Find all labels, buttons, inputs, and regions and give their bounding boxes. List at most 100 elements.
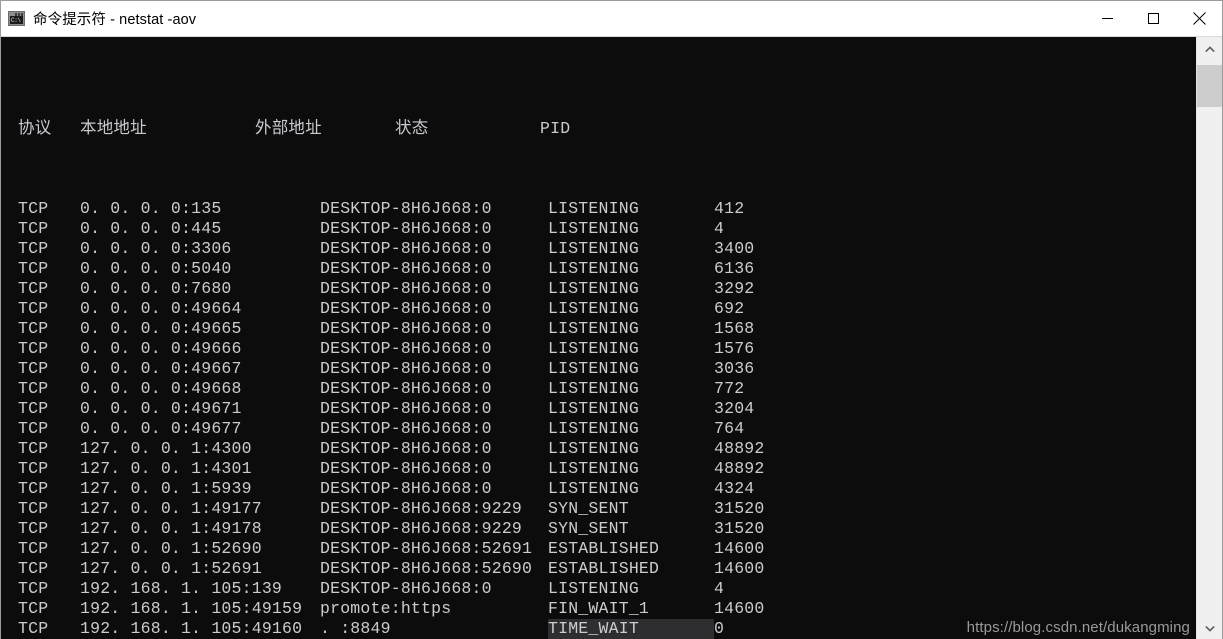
table-row: TCP 127. 0. 0. 1:5939 DESKTOP-8H6J668:0 LIS… [18, 479, 1196, 499]
table-row: TCP 0. 0. 0. 0:5040 DESKTOP-8H6J668:0 LISTE… [18, 259, 1196, 279]
minimize-button[interactable] [1084, 1, 1130, 37]
cell-pid: 14600 [714, 599, 765, 618]
table-row: TCP 127. 0. 0. 1:52691 DESKTOP-8H6J668:526… [18, 559, 1196, 579]
column-header-row: 协议 本地地址 外部地址 状态 PID [18, 119, 1196, 139]
cell-protocol: TCP [18, 399, 49, 418]
cell-protocol: TCP [18, 319, 49, 338]
cell-pid: 14600 [714, 559, 765, 578]
cell-local: 0. 0. 0. 0:49667 [80, 359, 242, 378]
cell-pid: 48892 [714, 439, 765, 458]
cell-protocol: TCP [18, 479, 49, 498]
cell-remote: DESKTOP-8H6J668:0 [320, 379, 492, 398]
cell-local: 127. 0. 0. 1:52691 [80, 559, 262, 578]
cell-remote: DESKTOP-8H6J668:0 [320, 579, 492, 598]
cell-state: LISTENING [548, 359, 639, 378]
cell-remote: promote:https [320, 599, 452, 618]
cell-state: LISTENING [548, 319, 639, 338]
cell-protocol: TCP [18, 239, 49, 258]
vertical-scrollbar[interactable] [1196, 37, 1222, 639]
cell-protocol: TCP [18, 579, 49, 598]
scroll-up-arrow-icon[interactable] [1197, 37, 1222, 61]
cell-pid: 6136 [714, 259, 755, 278]
cell-pid: 31520 [714, 499, 765, 518]
command-prompt-window: C:\ 命令提示符 - netstat -aov 协议 本地地址 外部地址 状态… [0, 0, 1223, 639]
cell-local: 192. 168. 1. 105:139 [80, 579, 283, 598]
window-titlebar[interactable]: C:\ 命令提示符 - netstat -aov [1, 1, 1222, 37]
cell-pid: 31520 [714, 519, 765, 538]
cell-remote: DESKTOP-8H6J668:0 [320, 439, 492, 458]
cell-remote: DESKTOP-8H6J668:52690 [320, 559, 533, 578]
window-title: 命令提示符 - netstat -aov [33, 12, 197, 28]
cell-state: LISTENING [548, 279, 639, 298]
cell-state: SYN_SENT [548, 519, 629, 538]
table-row: TCP 0. 0. 0. 0:135 DESKTOP-8H6J668:0 LISTEN… [18, 199, 1196, 219]
table-row: TCP 0. 0. 0. 0:445 DESKTOP-8H6J668:0 LISTEN… [18, 219, 1196, 239]
table-row: TCP 127. 0. 0. 1:49177 DESKTOP-8H6J668:922… [18, 499, 1196, 519]
console-output-area[interactable]: 协议 本地地址 外部地址 状态 PID TCP 0. 0. 0. 0:135 DESKTOP… [1, 37, 1196, 639]
cell-protocol: TCP [18, 279, 49, 298]
cell-pid: 764 [714, 419, 745, 438]
cmd-icon: C:\ [8, 11, 25, 26]
window-controls [1084, 1, 1222, 37]
cell-protocol: TCP [18, 559, 49, 578]
header-local-address: 本地地址 [80, 119, 147, 138]
cell-pid: 412 [714, 199, 745, 218]
cell-state: SYN_SENT [548, 499, 629, 518]
maximize-button[interactable] [1130, 1, 1176, 37]
cell-protocol: TCP [18, 619, 49, 638]
cell-state: LISTENING [548, 379, 639, 398]
table-row: TCP 0. 0. 0. 0:49665 DESKTOP-8H6J668:0 LIST… [18, 319, 1196, 339]
cell-local: 127. 0. 0. 1:5939 [80, 479, 252, 498]
cell-local: 192. 168. 1. 105:49160 [80, 619, 303, 638]
cell-pid: 3400 [714, 239, 755, 258]
cell-pid: 4 [714, 219, 725, 238]
cell-local: 0. 0. 0. 0:49677 [80, 419, 242, 438]
cell-remote: DESKTOP-8H6J668:0 [320, 299, 492, 318]
table-row: TCP 0. 0. 0. 0:49677 DESKTOP-8H6J668:0 LIST… [18, 419, 1196, 439]
table-row: TCP 127. 0. 0. 1:52690 DESKTOP-8H6J668:526… [18, 539, 1196, 559]
console-text-buffer: 协议 本地地址 外部地址 状态 PID TCP 0. 0. 0. 0:135 DESKTOP… [1, 39, 1196, 639]
table-row: TCP 0. 0. 0. 0:49668 DESKTOP-8H6J668:0 LIST… [18, 379, 1196, 399]
table-row: TCP 0. 0. 0. 0:7680 DESKTOP-8H6J668:0 LISTE… [18, 279, 1196, 299]
cell-pid: 0 [714, 619, 725, 638]
cell-protocol: TCP [18, 299, 49, 318]
header-pid: PID [540, 119, 571, 138]
cell-remote: DESKTOP-8H6J668:0 [320, 359, 492, 378]
cell-state: LISTENING [548, 259, 639, 278]
table-row: TCP 0. 0. 0. 0:49664 DESKTOP-8H6J668:0 LIST… [18, 299, 1196, 319]
cell-state: LISTENING [548, 399, 639, 418]
cell-local: 127. 0. 0. 1:4300 [80, 439, 252, 458]
cell-state: LISTENING [548, 299, 639, 318]
cell-local: 127. 0. 0. 1:52690 [80, 539, 262, 558]
cell-protocol: TCP [18, 599, 49, 618]
cell-protocol: TCP [18, 539, 49, 558]
cell-local: 0. 0. 0. 0:5040 [80, 259, 232, 278]
cell-local: 127. 0. 0. 1:49177 [80, 499, 262, 518]
cell-state: ESTABLISHED [548, 539, 660, 558]
cell-local: 0. 0. 0. 0:49666 [80, 339, 242, 358]
cell-protocol: TCP [18, 459, 49, 478]
cell-local: 0. 0. 0. 0:49668 [80, 379, 242, 398]
connection-rows: TCP 0. 0. 0. 0:135 DESKTOP-8H6J668:0 LISTEN… [18, 199, 1196, 639]
cell-remote: DESKTOP-8H6J668:0 [320, 259, 492, 278]
cell-local: 0. 0. 0. 0:3306 [80, 239, 232, 258]
cell-local: 0. 0. 0. 0:49665 [80, 319, 242, 338]
table-row: TCP 192. 168. 1. 105:49159 promote:https FI… [18, 599, 1196, 619]
scroll-down-arrow-icon[interactable] [1197, 616, 1222, 639]
cell-remote: DESKTOP-8H6J668:0 [320, 319, 492, 338]
table-row: TCP 0. 0. 0. 0:49671 DESKTOP-8H6J668:0 LIST… [18, 399, 1196, 419]
cell-remote: DESKTOP-8H6J668:0 [320, 399, 492, 418]
scroll-thumb[interactable] [1197, 65, 1222, 107]
cell-pid: 772 [714, 379, 745, 398]
cell-state: LISTENING [548, 439, 639, 458]
cell-remote: DESKTOP-8H6J668:0 [320, 419, 492, 438]
cell-pid: 1576 [714, 339, 755, 358]
cell-state: LISTENING [548, 459, 639, 478]
cell-state: LISTENING [548, 479, 639, 498]
cell-state: LISTENING [548, 239, 639, 258]
table-row: TCP 0. 0. 0. 0:49667 DESKTOP-8H6J668:0 LIST… [18, 359, 1196, 379]
cell-protocol: TCP [18, 499, 49, 518]
close-button[interactable] [1176, 1, 1222, 37]
cell-local: 0. 0. 0. 0:49671 [80, 399, 242, 418]
header-protocol: 协议 [18, 119, 52, 138]
